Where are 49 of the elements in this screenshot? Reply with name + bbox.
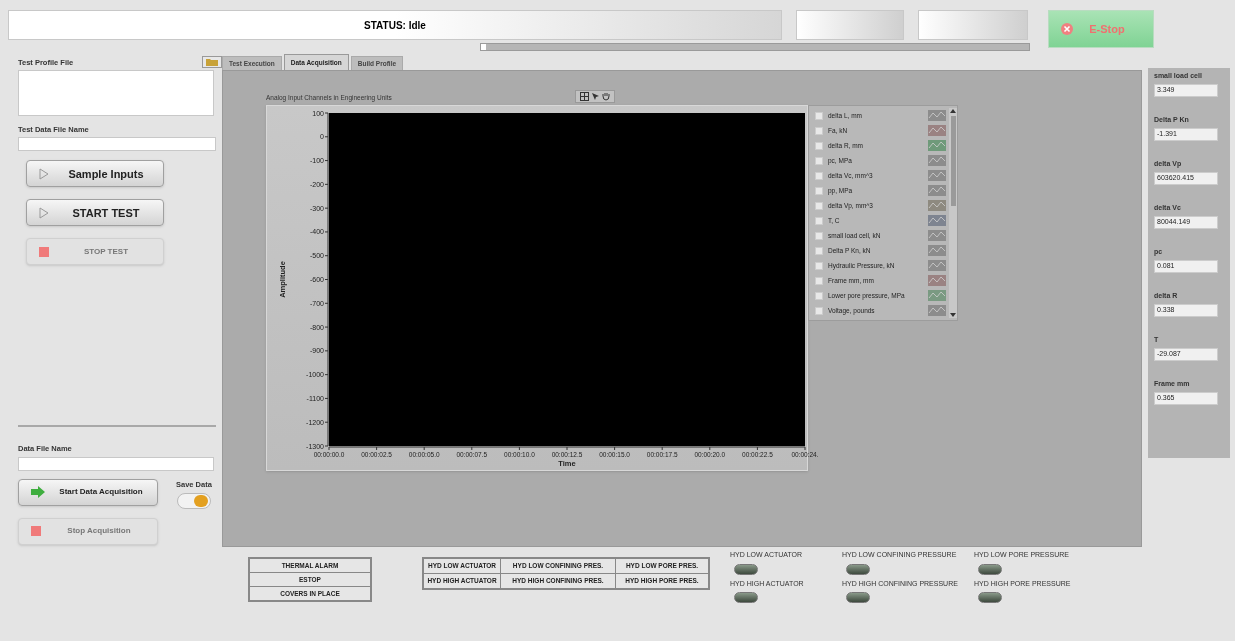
line-swatch[interactable] bbox=[928, 200, 946, 211]
folder-button[interactable] bbox=[202, 56, 222, 68]
line-swatch[interactable] bbox=[928, 215, 946, 226]
zoom-icon[interactable] bbox=[579, 92, 589, 101]
checkbox[interactable] bbox=[815, 186, 823, 195]
line-swatch[interactable] bbox=[928, 125, 946, 136]
close-icon bbox=[1061, 23, 1073, 35]
checkbox[interactable] bbox=[815, 261, 823, 270]
line-swatch[interactable] bbox=[928, 260, 946, 271]
checkbox[interactable] bbox=[815, 171, 823, 180]
scrollbar[interactable] bbox=[949, 108, 957, 318]
scroll-down-icon[interactable] bbox=[950, 312, 956, 318]
line-swatch[interactable] bbox=[928, 170, 946, 181]
folder-icon bbox=[206, 58, 218, 66]
checkbox[interactable] bbox=[815, 156, 823, 165]
scroll-up-icon[interactable] bbox=[950, 108, 956, 114]
start-button[interactable]: START TEST bbox=[26, 199, 164, 227]
line-swatch[interactable] bbox=[928, 230, 946, 241]
arrow-icon bbox=[31, 486, 45, 498]
input-field[interactable] bbox=[18, 137, 216, 152]
stop-icon bbox=[39, 246, 49, 257]
line-swatch[interactable] bbox=[928, 155, 946, 166]
line-swatch[interactable] bbox=[928, 290, 946, 301]
checkbox[interactable] bbox=[815, 276, 823, 285]
stop-icon bbox=[31, 526, 41, 536]
checkbox[interactable] bbox=[815, 306, 823, 315]
start-button[interactable]: Sample Inputs bbox=[26, 160, 164, 188]
checkbox[interactable] bbox=[815, 126, 823, 135]
line-swatch[interactable] bbox=[928, 245, 946, 256]
checkbox[interactable] bbox=[815, 231, 823, 240]
text-area[interactable] bbox=[18, 70, 214, 116]
start-button[interactable]: Start Data Acquisition bbox=[18, 478, 158, 506]
checkbox[interactable] bbox=[815, 201, 823, 210]
checkbox[interactable] bbox=[815, 111, 823, 120]
play-icon bbox=[39, 206, 49, 219]
checkbox[interactable] bbox=[815, 141, 823, 150]
line-swatch[interactable] bbox=[928, 275, 946, 286]
checkbox[interactable] bbox=[815, 246, 823, 255]
line-swatch[interactable] bbox=[928, 110, 946, 121]
checkbox[interactable] bbox=[815, 216, 823, 225]
line-swatch[interactable] bbox=[928, 140, 946, 151]
line-swatch[interactable] bbox=[928, 185, 946, 196]
play-icon bbox=[39, 167, 49, 180]
toggle-switch[interactable] bbox=[176, 492, 211, 509]
checkbox[interactable] bbox=[815, 291, 823, 300]
line-swatch[interactable] bbox=[928, 305, 946, 316]
cursor-icon[interactable] bbox=[590, 92, 600, 101]
status-bar: STATUS: Idle bbox=[8, 10, 782, 40]
input-field[interactable] bbox=[18, 456, 214, 471]
